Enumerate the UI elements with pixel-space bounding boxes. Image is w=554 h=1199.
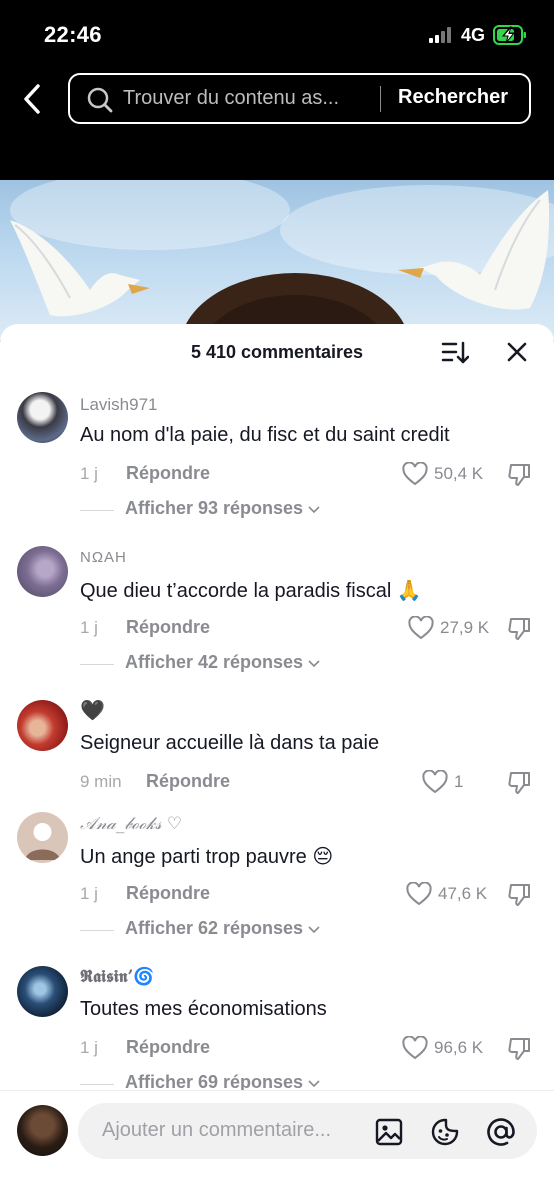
comment-text: Que dieu t’accorde la paradis fiscal 🙏 bbox=[80, 580, 422, 602]
video-background-image bbox=[0, 180, 554, 340]
reply-button[interactable]: Répondre bbox=[146, 771, 230, 792]
like-button[interactable]: 50,4 K bbox=[402, 462, 492, 488]
like-button[interactable]: 96,6 K bbox=[402, 1036, 492, 1062]
doves-illustration bbox=[10, 180, 554, 340]
search-icon bbox=[87, 87, 113, 113]
avatar[interactable] bbox=[17, 966, 68, 1017]
chevron-down-icon bbox=[308, 660, 320, 668]
avatar[interactable] bbox=[17, 700, 68, 751]
comment-username[interactable]: Lavish971 bbox=[80, 395, 158, 415]
comment-text: Toutes mes économisations bbox=[80, 998, 327, 1020]
like-count: 50,4 K bbox=[434, 464, 484, 483]
avatar[interactable] bbox=[17, 546, 68, 597]
status-time: 22:46 bbox=[44, 22, 102, 47]
close-icon[interactable] bbox=[505, 340, 529, 364]
thumbs-down-icon[interactable] bbox=[507, 462, 533, 488]
search-header: Trouver du contenu as... Rechercher bbox=[0, 66, 554, 180]
search-divider bbox=[380, 86, 381, 112]
comment-username[interactable]: NΩAH bbox=[80, 549, 127, 566]
comment-item: 𝒜𝓃𝒶_𝒷ℴℴ𝓀𝓈 ♡ Un ange parti trop pauvre 😔 … bbox=[0, 810, 554, 960]
sort-icon[interactable] bbox=[441, 340, 469, 366]
status-bar: 22:46 4G bbox=[0, 0, 554, 66]
search-box[interactable]: Trouver du contenu as... Rechercher bbox=[68, 73, 531, 124]
heart-icon bbox=[422, 770, 448, 794]
avatar[interactable] bbox=[17, 812, 68, 863]
reply-button[interactable]: Répondre bbox=[126, 463, 210, 484]
comment-input-placeholder: Ajouter un commentaire... bbox=[102, 1119, 331, 1141]
comment-item: 𝕽𝖆𝖎𝖘𝖎𝖓’🌀 Toutes mes économisations 1 j R… bbox=[0, 964, 554, 1094]
battery-charging-icon bbox=[493, 25, 526, 45]
comment-username[interactable]: 𝕽𝖆𝖎𝖘𝖎𝖓’🌀 bbox=[80, 967, 155, 987]
comment-text: Un ange parti trop pauvre 😔 bbox=[80, 846, 334, 868]
at-icon[interactable] bbox=[486, 1117, 516, 1147]
replies-divider bbox=[80, 1084, 114, 1085]
comment-item: 🖤 Seigneur accueille là dans ta paie 9 m… bbox=[0, 698, 554, 806]
like-count: 47,6 K bbox=[438, 884, 488, 903]
comment-time: 1 j bbox=[80, 884, 98, 903]
search-button[interactable]: Rechercher bbox=[398, 86, 508, 109]
like-count: 96,6 K bbox=[434, 1038, 484, 1057]
chevron-left-icon[interactable] bbox=[18, 82, 48, 116]
comment-time: 1 j bbox=[80, 618, 98, 637]
replies-divider bbox=[80, 664, 114, 665]
chevron-down-icon bbox=[308, 1080, 320, 1088]
comment-username[interactable]: 🖤 bbox=[80, 698, 105, 723]
view-replies-label: Afficher 42 réponses bbox=[125, 652, 304, 672]
like-button[interactable]: 1 bbox=[422, 770, 482, 796]
replies-divider bbox=[80, 930, 114, 931]
like-button[interactable]: 47,6 K bbox=[406, 882, 492, 908]
like-count: 1 bbox=[454, 772, 464, 791]
comment-item: NΩAH Que dieu t’accorde la paradis fisca… bbox=[0, 544, 554, 694]
reply-button[interactable]: Répondre bbox=[126, 883, 210, 904]
sticker-icon[interactable] bbox=[430, 1117, 460, 1147]
current-user-avatar[interactable] bbox=[17, 1105, 68, 1156]
heart-icon bbox=[406, 882, 432, 906]
comments-count-title: 5 410 commentaires bbox=[190, 342, 364, 362]
like-count: 27,9 K bbox=[440, 618, 490, 637]
heart-icon bbox=[402, 462, 428, 486]
thumbs-down-icon[interactable] bbox=[507, 616, 533, 642]
replies-divider bbox=[80, 510, 114, 511]
comment-item: Lavish971 Au nom d'la paie, du fisc et d… bbox=[0, 390, 554, 540]
avatar[interactable] bbox=[17, 392, 68, 443]
chevron-down-icon bbox=[308, 506, 320, 514]
network-type: 4G bbox=[461, 25, 486, 45]
comment-username[interactable]: 𝒜𝓃𝒶_𝒷ℴℴ𝓀𝓈 ♡ bbox=[80, 814, 182, 834]
comment-time: 9 min bbox=[80, 772, 122, 791]
reply-button[interactable]: Répondre bbox=[126, 617, 210, 638]
default-avatar-icon bbox=[25, 823, 60, 860]
comment-time: 1 j bbox=[80, 1038, 98, 1057]
search-input[interactable]: Trouver du contenu as... bbox=[123, 87, 339, 110]
thumbs-down-icon[interactable] bbox=[507, 882, 533, 908]
view-replies-label: Afficher 69 réponses bbox=[125, 1072, 304, 1092]
comment-text: Au nom d'la paie, du fisc et du saint cr… bbox=[80, 424, 450, 446]
view-replies-label: Afficher 62 réponses bbox=[125, 918, 304, 938]
heart-icon bbox=[408, 616, 434, 640]
heart-icon bbox=[402, 1036, 428, 1060]
reply-button[interactable]: Répondre bbox=[126, 1037, 210, 1058]
view-replies-label: Afficher 93 réponses bbox=[125, 498, 304, 518]
thumbs-down-icon[interactable] bbox=[507, 770, 533, 796]
chevron-down-icon bbox=[308, 926, 320, 934]
comment-text: Seigneur accueille là dans ta paie bbox=[80, 732, 380, 754]
comment-composer: Ajouter un commentaire... bbox=[0, 1090, 554, 1199]
image-icon[interactable] bbox=[374, 1117, 404, 1147]
comment-input[interactable]: Ajouter un commentaire... bbox=[78, 1103, 537, 1159]
comments-sheet: 5 410 commentaires Lavish971 Au nom d'la… bbox=[0, 324, 554, 1199]
signal-icon bbox=[429, 27, 455, 43]
like-button[interactable]: 27,9 K bbox=[408, 616, 492, 642]
thumbs-down-icon[interactable] bbox=[507, 1036, 533, 1062]
comment-time: 1 j bbox=[80, 464, 98, 483]
